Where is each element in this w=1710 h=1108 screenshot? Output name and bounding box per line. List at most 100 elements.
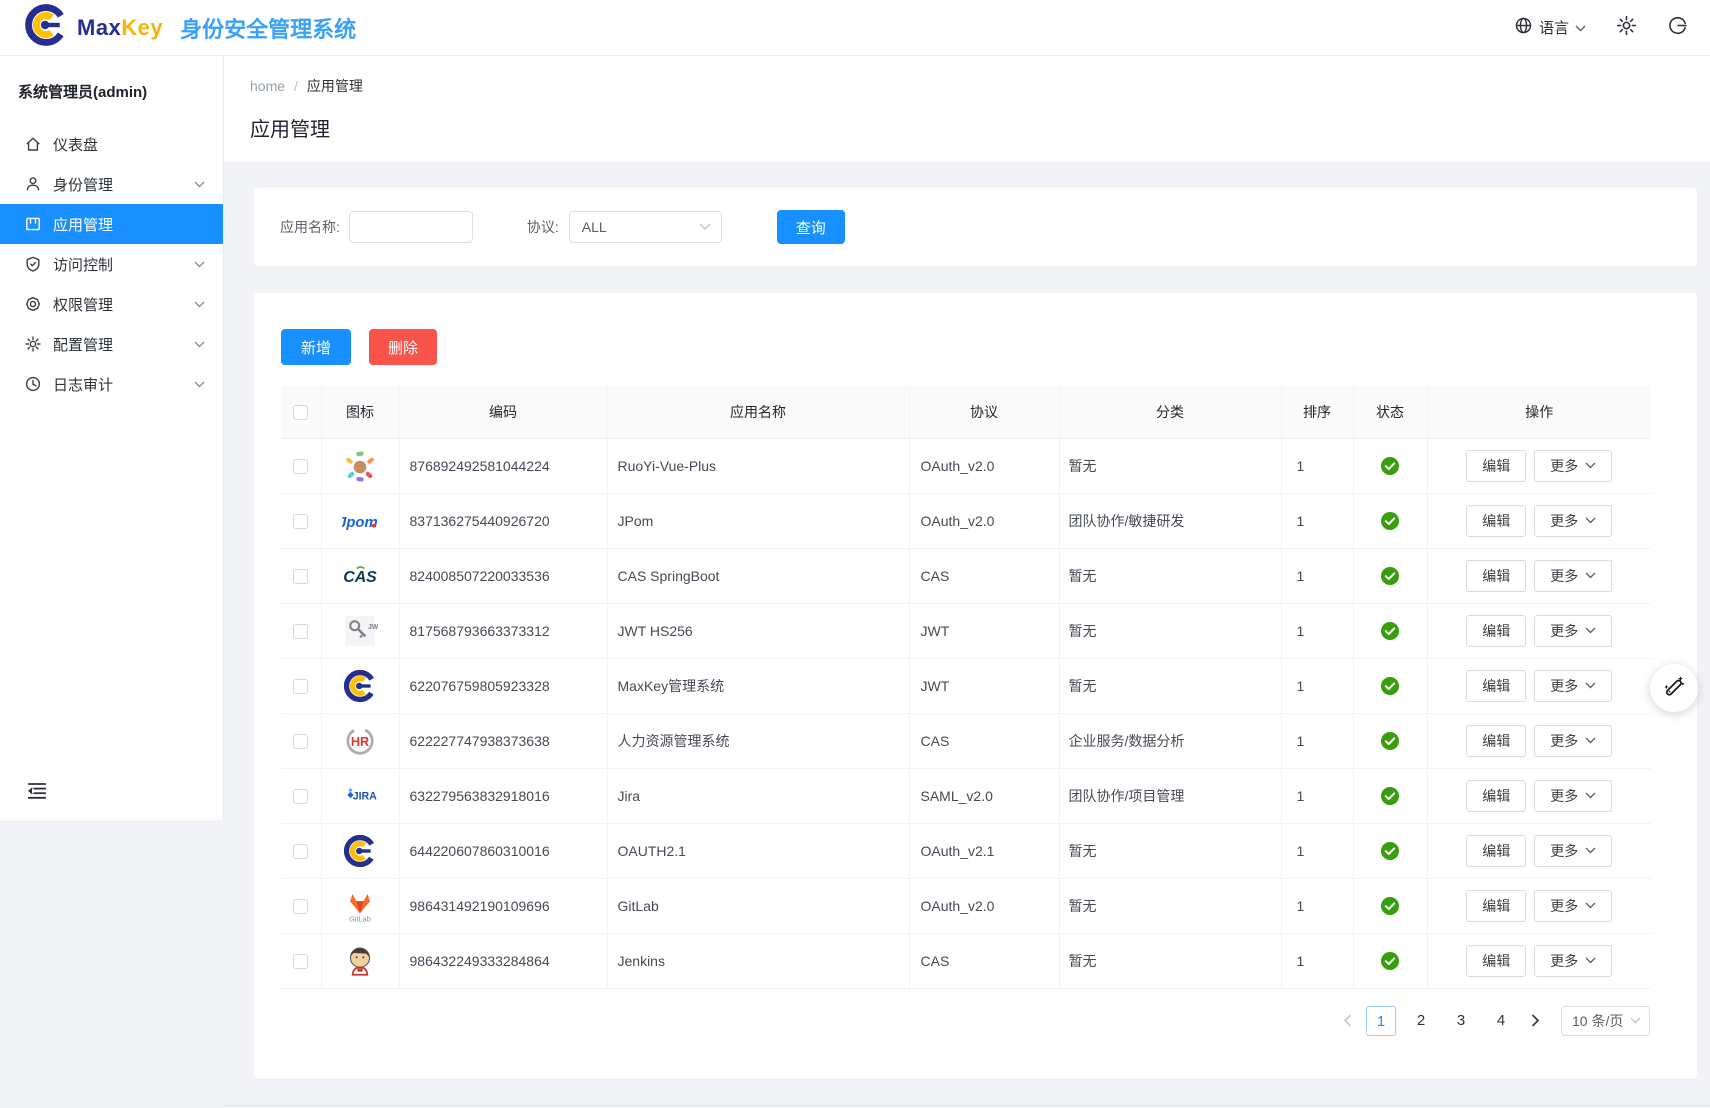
page-number-4[interactable]: 4 [1486,1006,1516,1036]
jenkins-logo-icon [341,942,379,980]
more-button[interactable]: 更多 [1534,670,1612,702]
status-enabled-icon [1380,676,1400,696]
theme-settings-button[interactable] [1650,664,1698,712]
row-checkbox[interactable] [293,679,308,694]
row-checkbox[interactable] [293,459,308,474]
chevron-down-icon [1585,737,1596,744]
brand-subtitle: 身份安全管理系统 [180,12,356,44]
logout-button[interactable] [1667,15,1688,41]
edit-button[interactable]: 编辑 [1466,505,1526,537]
chevron-down-icon [1585,462,1596,469]
sidebar-item-permission[interactable]: 权限管理 [0,284,223,324]
page-number-3[interactable]: 3 [1446,1006,1476,1036]
edit-button[interactable]: 编辑 [1466,450,1526,482]
chevron-down-icon [194,381,205,388]
row-checkbox[interactable] [293,514,308,529]
logout-icon [1667,15,1688,41]
sidebar-item-identity[interactable]: 身份管理 [0,164,223,204]
delete-button[interactable]: 删除 [369,329,437,365]
more-button[interactable]: 更多 [1534,450,1612,482]
edit-button[interactable]: 编辑 [1466,945,1526,977]
app-category: 暂无 [1059,933,1281,988]
table-row: GitLab986431492190109696GitLabOAuth_v2.0… [281,878,1651,933]
status-enabled-icon [1380,566,1400,586]
app-code: 986431492190109696 [399,878,607,933]
search-button[interactable]: 查询 [777,210,845,244]
more-button[interactable]: 更多 [1534,505,1612,537]
sidebar-menu: 仪表盘身份管理应用管理访问控制权限管理配置管理日志审计 [0,118,223,404]
more-button[interactable]: 更多 [1534,780,1612,812]
chevron-down-icon [1585,627,1596,634]
row-checkbox[interactable] [293,899,308,914]
sidebar-item-config[interactable]: 配置管理 [0,324,223,364]
protocol-select[interactable]: ALL [569,211,722,243]
page-number-1[interactable]: 1 [1366,1006,1396,1036]
edit-button[interactable]: 编辑 [1466,615,1526,647]
column-header: 应用名称 [607,386,909,438]
app-name: CAS SpringBoot [607,548,909,603]
status-enabled-icon [1380,786,1400,806]
breadcrumb-home[interactable]: home [250,78,285,94]
sidebar: 系统管理员(admin) 仪表盘身份管理应用管理访问控制权限管理配置管理日志审计 [0,56,224,1108]
more-button[interactable]: 更多 [1534,560,1612,592]
more-button[interactable]: 更多 [1534,725,1612,757]
settings-button[interactable] [1616,15,1637,41]
app-name-input[interactable] [349,211,473,243]
apps-table: 图标编码应用名称协议分类排序状态操作 876892492581044224Ruo… [281,386,1651,989]
add-button[interactable]: 新增 [281,329,351,365]
app-code: 837136275440926720 [399,493,607,548]
app-name: 人力资源管理系统 [607,713,909,768]
breadcrumb: home / 应用管理 [250,76,1686,96]
row-checkbox[interactable] [293,789,308,804]
brand: MaxKey 身份安全管理系统 [24,3,356,52]
edit-button[interactable]: 编辑 [1466,725,1526,757]
more-button[interactable]: 更多 [1534,945,1612,977]
app-code: 644220607860310016 [399,823,607,878]
sidebar-item-apps[interactable]: 应用管理 [0,204,223,244]
apps-icon [24,215,42,233]
row-checkbox[interactable] [293,844,308,859]
edit-button[interactable]: 编辑 [1466,780,1526,812]
hr-logo-icon: HR [341,722,379,760]
app-code: 622076759805923328 [399,658,607,713]
app-sort: 1 [1281,438,1353,493]
more-button[interactable]: 更多 [1534,615,1612,647]
status-enabled-icon [1380,951,1400,971]
maxkey-logo-icon [341,832,379,870]
audit-log-icon [24,375,42,393]
access-control-icon [24,255,42,273]
sidebar-item-audit-log[interactable]: 日志审计 [0,364,223,404]
edit-button[interactable]: 编辑 [1466,560,1526,592]
page-size-select[interactable]: 10 条/页 [1561,1006,1650,1036]
more-button[interactable]: 更多 [1534,835,1612,867]
edit-button[interactable]: 编辑 [1466,670,1526,702]
app-sort: 1 [1281,823,1353,878]
chevron-down-icon [1585,902,1596,909]
main-area: home / 应用管理 应用管理 应用名称: 协议: ALL [224,56,1710,1108]
chevron-down-icon [1630,1017,1641,1024]
column-header: 图标 [321,386,399,438]
row-checkbox[interactable] [293,954,308,969]
row-checkbox[interactable] [293,569,308,584]
select-all-checkbox[interactable] [293,405,308,420]
chevron-down-icon [1585,957,1596,964]
sidebar-collapse-button[interactable] [26,781,48,806]
table-row: 986432249333284864JenkinsCAS暂无1编辑更多 [281,933,1651,988]
page-number-2[interactable]: 2 [1406,1006,1436,1036]
table-row: CAS824008507220033536CAS SpringBootCAS暂无… [281,548,1651,603]
prev-page-button[interactable] [1333,1006,1361,1036]
app-sort: 1 [1281,878,1353,933]
magic-wand-icon [1661,673,1687,704]
sidebar-item-access-control[interactable]: 访问控制 [0,244,223,284]
app-sort: 1 [1281,713,1353,768]
row-checkbox[interactable] [293,624,308,639]
app-name: JPom [607,493,909,548]
row-checkbox[interactable] [293,734,308,749]
edit-button[interactable]: 编辑 [1466,890,1526,922]
next-page-button[interactable] [1521,1006,1549,1036]
language-menu[interactable]: 语言 [1514,16,1586,39]
sidebar-item-label: 仪表盘 [53,134,98,155]
edit-button[interactable]: 编辑 [1466,835,1526,867]
more-button[interactable]: 更多 [1534,890,1612,922]
sidebar-item-dashboard[interactable]: 仪表盘 [0,124,223,164]
